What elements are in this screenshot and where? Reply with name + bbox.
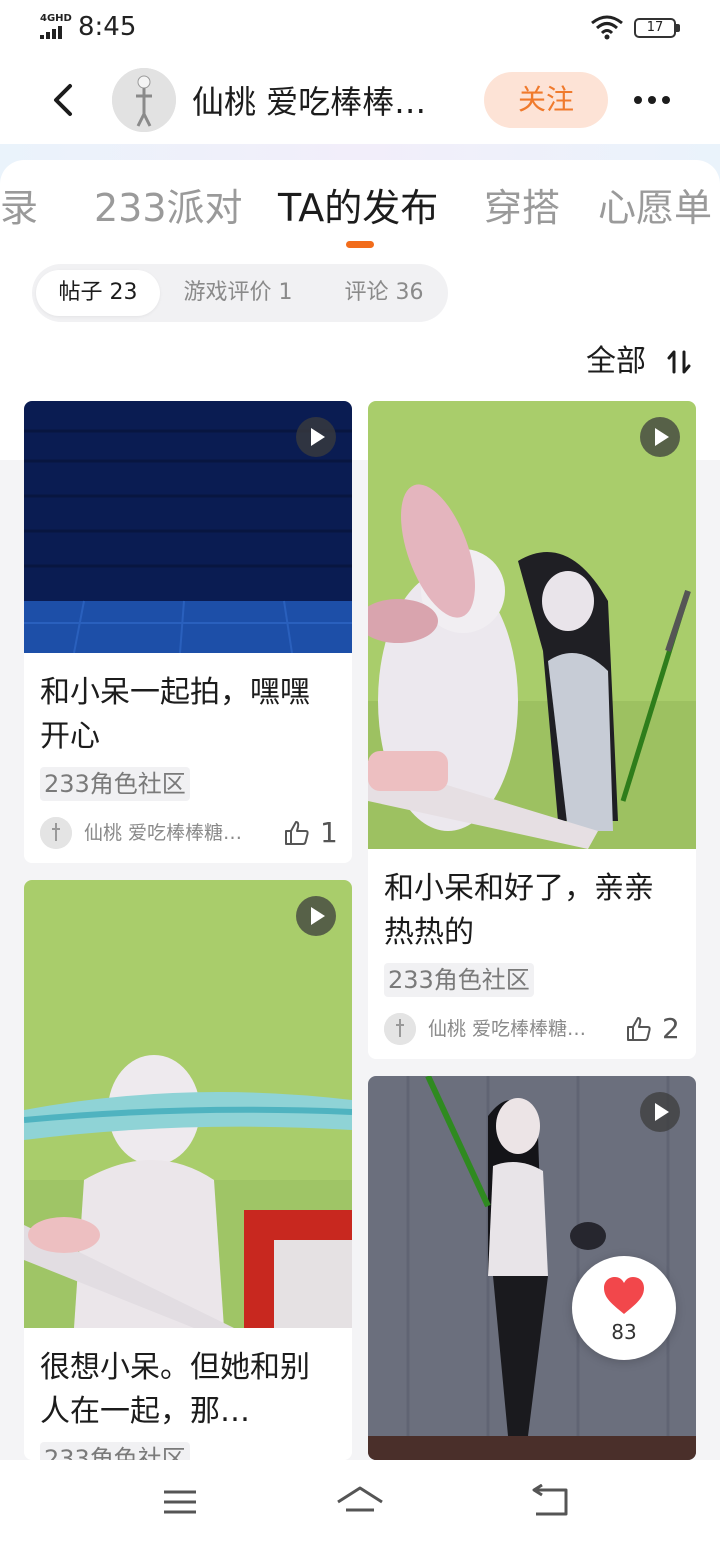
post-title: 和小呆和好了，亲亲热热的 — [384, 871, 654, 950]
battery-icon: 17 — [634, 18, 680, 38]
sort-icon[interactable] — [666, 348, 694, 376]
network-type: 4GHD — [40, 13, 72, 24]
post-tag[interactable]: 233角色社区 — [40, 767, 190, 801]
play-icon[interactable] — [296, 417, 336, 457]
like-count: 2 — [662, 1012, 680, 1045]
sort-label[interactable]: 全部 — [586, 338, 646, 386]
tab-posts[interactable]: TA的发布 — [278, 180, 438, 236]
post-title: 很想小呆。但她和别人在一起，那… — [40, 1350, 310, 1429]
author-avatar — [384, 1013, 416, 1045]
tab-indicator — [346, 241, 374, 248]
segment-game-reviews[interactable]: 游戏评价 1 — [172, 270, 304, 316]
status-time: 8:45 — [78, 12, 137, 42]
thumbs-up-icon[interactable] — [626, 1016, 652, 1042]
profile-header: 仙桃 爱吃棒棒… 关注 — [0, 60, 720, 144]
segment-posts[interactable]: 帖子 23 — [36, 270, 160, 316]
like-count: 1 — [320, 816, 338, 849]
post-thumbnail — [368, 401, 696, 849]
menu-icon[interactable] — [156, 1484, 204, 1520]
tab-party[interactable]: 233派对 — [94, 180, 243, 236]
segment-control: 帖子 23 游戏评价 1 评论 36 — [32, 264, 448, 322]
home-icon[interactable] — [336, 1484, 384, 1520]
tab-outfit[interactable]: 穿搭 — [484, 180, 560, 236]
segment-comments[interactable]: 评论 36 — [324, 270, 444, 316]
like-float-button[interactable]: 83 — [572, 1256, 676, 1360]
author-name: 仙桃 爱吃棒棒糖… — [84, 822, 243, 844]
post-card[interactable]: 和小呆一起拍，嘿嘿开心 233角色社区 仙桃 爱吃棒棒糖… 1 — [24, 401, 352, 863]
post-card[interactable]: 和小呆和好了，亲亲热热的 233角色社区 仙桃 爱吃棒棒糖… 2 — [368, 401, 696, 1059]
tab-wishlist[interactable]: 心愿单 — [598, 180, 712, 236]
author-avatar — [40, 817, 72, 849]
post-tag[interactable]: 233角色社区 — [40, 1442, 190, 1460]
wifi-icon — [591, 15, 623, 40]
system-nav-bar — [0, 1460, 720, 1544]
avatar[interactable] — [112, 68, 176, 132]
status-bar: 4GHD 8:45 17 — [0, 0, 720, 60]
heart-count: 83 — [611, 1320, 637, 1344]
post-tag[interactable]: 233角色社区 — [384, 963, 534, 997]
profile-name: 仙桃 爱吃棒棒… — [192, 83, 427, 121]
tab-records[interactable]: 记录 — [0, 180, 38, 236]
back-icon[interactable] — [44, 80, 84, 120]
post-title: 和小呆一起拍，嘿嘿开心 — [40, 675, 310, 754]
tab-bar: 记录 233派对 TA的发布 穿搭 心愿单 — [0, 180, 720, 240]
play-icon[interactable] — [640, 1092, 680, 1132]
heart-icon — [604, 1277, 644, 1314]
thumbs-up-icon[interactable] — [284, 820, 310, 846]
play-icon[interactable] — [296, 896, 336, 936]
post-card[interactable]: 很想小呆。但她和别人在一起，那… 233角色社区 — [24, 880, 352, 1460]
post-thumbnail — [24, 880, 352, 1328]
play-icon[interactable] — [640, 417, 680, 457]
battery-level: 17 — [634, 18, 676, 38]
follow-button[interactable]: 关注 — [484, 72, 608, 128]
author-name: 仙桃 爱吃棒棒糖… — [428, 1018, 587, 1040]
back-nav-icon[interactable] — [526, 1484, 574, 1520]
more-icon[interactable] — [634, 88, 678, 112]
signal-icon: 4GHD — [40, 14, 72, 40]
